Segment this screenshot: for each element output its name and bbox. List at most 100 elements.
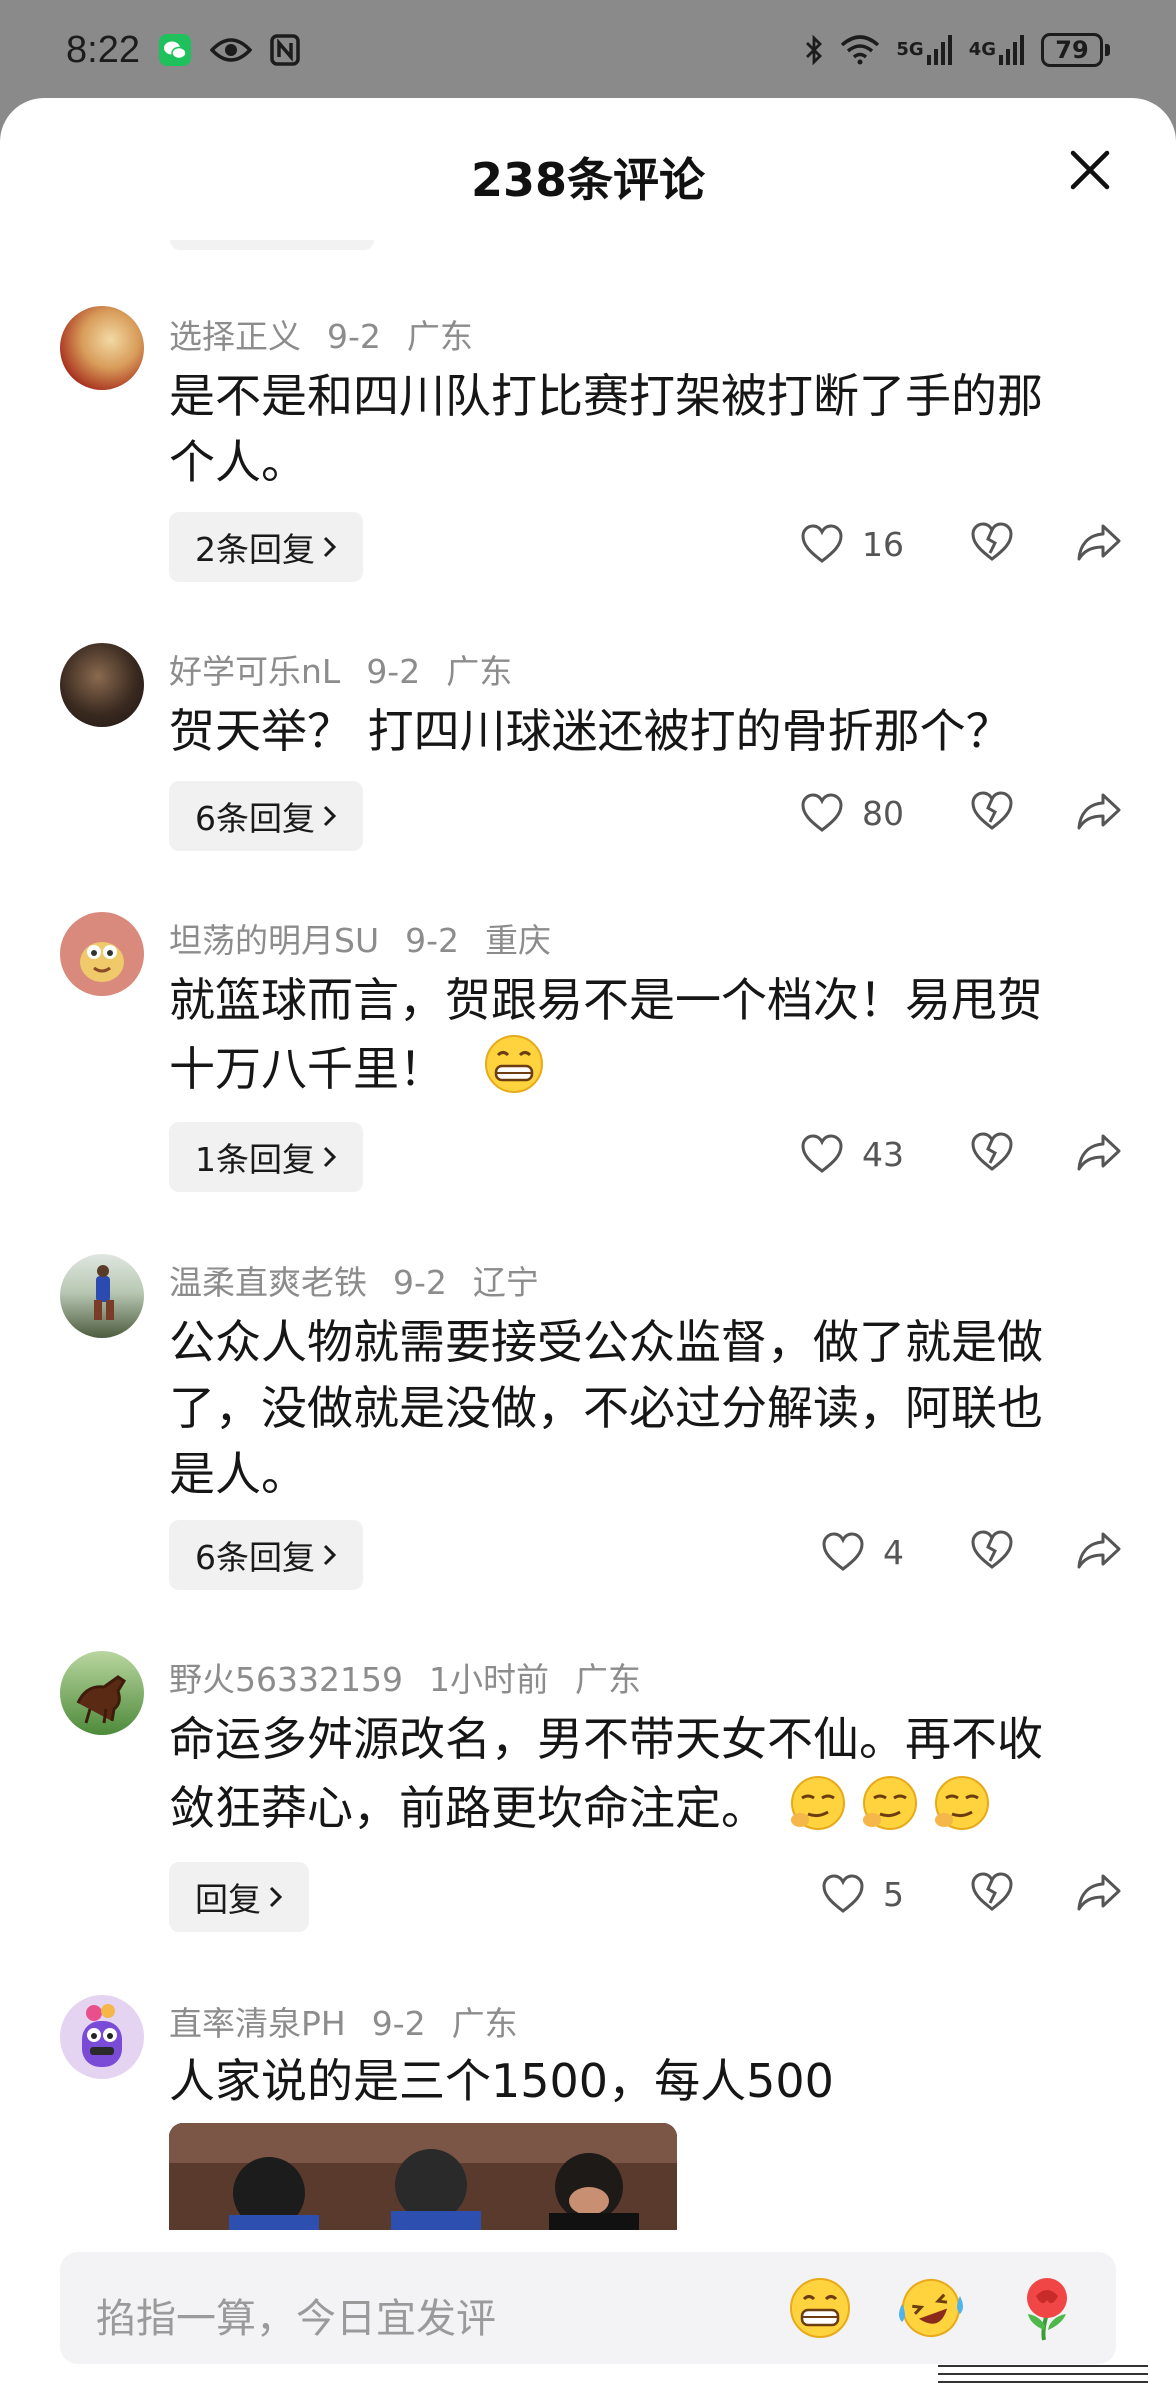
comment-text[interactable]: 命运多舛源改名，男不带天女不仙。再不收 敛狂莽心，前路更坎命注定。 [169,1706,1089,1851]
previous-reply-button-edge [170,240,374,250]
comment-text[interactable]: 是不是和四川队打比赛打架被打断了手的那 个人。 [169,363,1089,495]
dislike-button[interactable] [970,791,1014,835]
network-5g-label: 5G [896,39,924,60]
share-button[interactable] [1076,791,1122,835]
share-icon [1077,793,1121,830]
comment-actions: 4 [821,1530,1122,1574]
grinning-emoji-icon [480,1033,548,1112]
view-replies-button[interactable]: 6条回复 [169,1520,363,1590]
comment-text-line: 贺天举？ 打四川球迷还被打的骨折那个？ [169,704,1012,758]
close-button[interactable] [1062,142,1118,198]
comment-text[interactable]: 公众人物就需要接受公众监督，做了就是做 了，没做就是没做，不必过分解读，阿联也 … [169,1309,1089,1507]
comment-text-line: 是不是和四川队打比赛打架被打断了手的那 [169,369,1043,423]
broken-heart-icon [971,522,1013,561]
comment-photo[interactable] [169,2123,677,2230]
comment-location: 广东 [446,652,513,691]
avatar[interactable] [60,643,144,727]
avatar[interactable] [60,306,144,390]
username[interactable]: 直率清泉PH [169,2004,346,2043]
share-button[interactable] [1076,1132,1122,1176]
battery-level: 79 [1041,33,1103,67]
comment-text[interactable]: 就篮球而言，贺跟易不是一个档次！易甩贺 十万八千里！ [169,967,1089,1112]
username[interactable]: 好学可乐nL [169,652,340,691]
like-button[interactable]: 4 [821,1532,904,1572]
close-icon [1070,150,1110,190]
share-button[interactable] [1076,1872,1122,1916]
nfc-icon [270,34,300,66]
reply-button[interactable]: 回复 [169,1862,309,1932]
comment-text-line: 敛狂莽心，前路更坎命注定。 [169,1781,767,1835]
view-replies-button[interactable]: 6条回复 [169,781,363,851]
share-icon [1077,1532,1121,1569]
comment-date: 1小时前 [428,1660,549,1699]
like-button[interactable]: 5 [821,1874,904,1914]
dislike-button[interactable] [970,1872,1014,1916]
status-time: 8:22 [66,28,140,71]
comment-date: 9-2 [366,652,421,691]
comment-date: 9-2 [371,2004,426,2043]
comment-input-placeholder[interactable]: 掐指一算，今日宜发评 [96,2286,496,2344]
username[interactable]: 选择正义 [169,317,301,356]
rose-icon [1027,2278,1067,2341]
like-button[interactable]: 80 [800,793,904,833]
like-button[interactable]: 16 [800,524,904,564]
chevron-right-icon [323,805,337,827]
laughing-emoji-button[interactable] [896,2274,966,2346]
comment-text-line: 人家说的是三个1500，每人500 [169,2054,834,2108]
comment-location: 广东 [574,1660,641,1699]
like-count: 43 [862,1134,904,1174]
comment-text[interactable]: 人家说的是三个1500，每人500 [169,2048,1089,2114]
comment-date: 9-2 [405,921,460,960]
dislike-button[interactable] [970,1530,1014,1574]
share-icon [1077,1874,1121,1911]
eye-icon [209,35,252,65]
comment-text-line: 命运多舛源改名，男不带天女不仙。再不收 [169,1712,1043,1766]
like-button[interactable]: 43 [800,1134,904,1174]
comment-input-bar[interactable]: 掐指一算，今日宜发评 [60,2252,1116,2364]
dislike-button[interactable] [970,1132,1014,1176]
username[interactable]: 野火56332159 [169,1660,403,1699]
comment-date: 9-2 [327,317,381,356]
laughing-crying-emoji-icon [899,2279,963,2337]
comment-text-line: 公众人物就需要接受公众监督，做了就是做 [169,1315,1043,1369]
share-button[interactable] [1076,522,1122,566]
avatar[interactable] [60,1254,144,1338]
username[interactable]: 温柔直爽老铁 [169,1263,367,1302]
share-icon [1077,524,1121,561]
avatar[interactable] [60,912,144,996]
grinning-emoji-icon [790,2278,850,2338]
comment-meta: 好学可乐nL 9-2 广东 [169,645,538,693]
comment-text-line: 就篮球而言，贺跟易不是一个档次！易甩贺 [169,973,1043,1027]
nav-menu-icon[interactable] [938,2360,1148,2390]
rose-emoji-button[interactable] [1014,2274,1080,2346]
sheet-header: 238条评论 [0,98,1176,244]
chevron-right-icon [323,1544,337,1566]
comment-meta: 温柔直爽老铁 9-2 辽宁 [169,1256,565,1304]
dislike-button[interactable] [970,522,1014,566]
comment-actions: 80 [800,791,1122,835]
chevron-right-icon [269,1886,283,1908]
heart-icon [822,1874,864,1913]
view-replies-button[interactable]: 2条回复 [169,512,363,582]
signal-4g-icon: 4G [969,35,1025,65]
comments-count-title: 238条评论 [470,153,706,207]
signal-5g-icon: 5G [896,35,952,65]
battery-icon: 79 [1041,33,1110,67]
comment-text-line: 是人。 [169,1447,307,1501]
comment-meta: 直率清泉PH 9-2 广东 [169,1997,544,2045]
comment-text[interactable]: 贺天举？ 打四川球迷还被打的骨折那个？ [169,698,1089,764]
bluetooth-icon [804,34,824,66]
avatar[interactable] [60,1995,144,2079]
comment-actions: 16 [800,522,1122,566]
status-bar: 8:22 5G 4G 79 [0,0,1176,100]
grinning-emoji-button[interactable] [786,2274,854,2346]
heart-icon [801,793,843,832]
share-button[interactable] [1076,1530,1122,1574]
view-replies-button[interactable]: 1条回复 [169,1122,363,1192]
username[interactable]: 坦荡的明月SU [169,921,379,960]
heart-icon [801,1134,843,1173]
chevron-right-icon [323,536,337,558]
comment-actions: 5 [821,1872,1122,1916]
avatar[interactable] [60,1651,144,1735]
comment-text-line: 十万八千里！ [169,1042,445,1096]
